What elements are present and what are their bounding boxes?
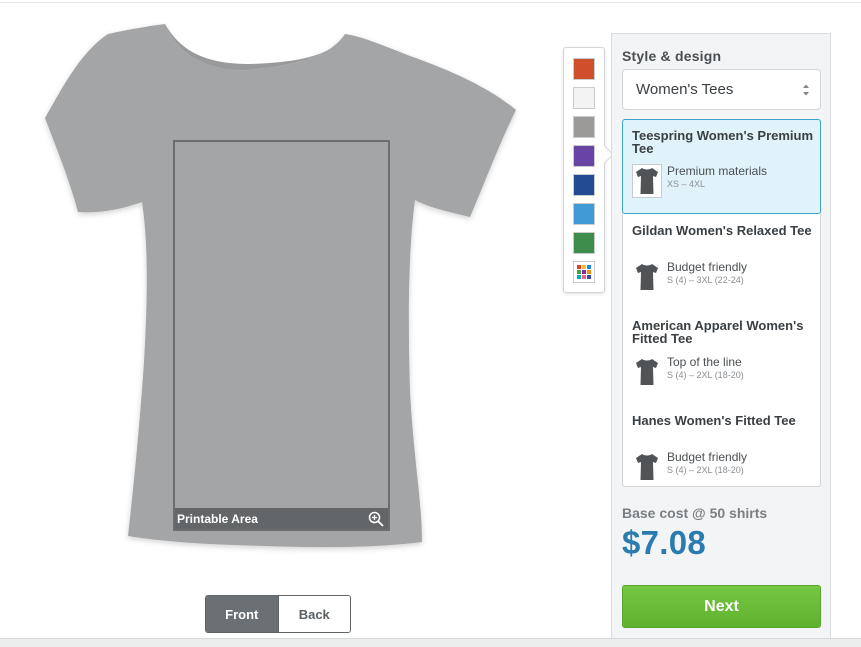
color-swatch-sky-blue[interactable] [573, 203, 595, 225]
zoom-in-icon[interactable] [368, 511, 384, 527]
product-description: Budget friendly [667, 450, 748, 464]
product-option[interactable]: Hanes Women's Fitted Tee Budget friendly S… [623, 405, 820, 500]
color-swatch-orange[interactable] [573, 58, 595, 80]
product-category-value: Women's Tees [636, 81, 734, 98]
product-name: American Apparel Women's Fitted Tee [632, 318, 804, 346]
side-panel-title: Style & design [622, 48, 722, 64]
color-picker [563, 47, 605, 293]
product-details: Budget friendly S (4) – 2XL (18-20) [667, 450, 747, 476]
design-canvas[interactable]: Printable Area [30, 22, 530, 562]
top-divider [0, 0, 861, 3]
printable-area-label: Printable Area [177, 511, 258, 526]
product-body: Budget friendly S (4) – 3XL (22-24) [632, 260, 747, 294]
product-details: Budget friendly S (4) – 3XL (22-24) [667, 260, 747, 286]
color-swatch-purple[interactable] [573, 145, 595, 167]
product-sizes: S (4) – 3XL (22-24) [667, 275, 744, 285]
product-description: Premium materials [667, 164, 768, 178]
next-button[interactable]: Next [622, 585, 821, 628]
product-details: Top of the line S (4) – 2XL (18-20) [667, 355, 744, 381]
printable-area[interactable]: Printable Area [173, 140, 390, 531]
product-name: Teespring Women's Premium Tee [632, 128, 814, 156]
product-body: Budget friendly S (4) – 2XL (18-20) [632, 450, 747, 484]
select-arrows-icon [803, 84, 809, 96]
tshirt-thumbnail-icon [632, 260, 662, 294]
side-panel: Style & design Women's Tees Teespring Wo… [611, 33, 831, 638]
color-grid-icon[interactable] [573, 261, 595, 283]
product-option[interactable]: Gildan Women's Relaxed Tee Budget friendl… [623, 215, 820, 310]
product-description: Budget friendly [667, 260, 748, 274]
product-list: Teespring Women's Premium Tee Premium mat… [622, 119, 821, 487]
product-option[interactable]: American Apparel Women's Fitted Tee Top o… [623, 310, 820, 405]
product-details: Premium materials XS – 4XL [667, 164, 767, 190]
back-view-button[interactable]: Back [277, 596, 350, 632]
product-description: Top of the line [667, 355, 742, 369]
product-sizes: XS – 4XL [667, 179, 706, 189]
bottom-divider [0, 638, 861, 647]
base-cost-label: Base cost @ 50 shirts [622, 505, 768, 521]
product-name: Gildan Women's Relaxed Tee [632, 223, 812, 238]
printable-area-bar: Printable Area [175, 508, 388, 529]
product-option[interactable]: Teespring Women's Premium Tee Premium mat… [622, 119, 821, 214]
product-sizes: S (4) – 2XL (18-20) [667, 370, 744, 380]
tshirt-thumbnail-icon [632, 355, 662, 389]
product-body: Top of the line S (4) – 2XL (18-20) [632, 355, 744, 389]
tshirt-thumbnail-icon [632, 164, 662, 198]
color-swatch-white[interactable] [573, 87, 595, 109]
product-category-select[interactable]: Women's Tees [622, 69, 821, 110]
front-view-button[interactable]: Front [206, 596, 278, 632]
base-cost-value: $7.08 [622, 524, 707, 561]
color-swatch-heather-grey[interactable] [573, 116, 595, 138]
product-body: Premium materials XS – 4XL [632, 164, 767, 198]
product-sizes: S (4) – 2XL (18-20) [667, 465, 744, 475]
product-name: Hanes Women's Fitted Tee [632, 413, 796, 428]
view-toggle: Front Back [205, 595, 351, 633]
tshirt-thumbnail-icon [632, 450, 662, 484]
color-swatch-green[interactable] [573, 232, 595, 254]
color-swatch-royal-blue[interactable] [573, 174, 595, 196]
